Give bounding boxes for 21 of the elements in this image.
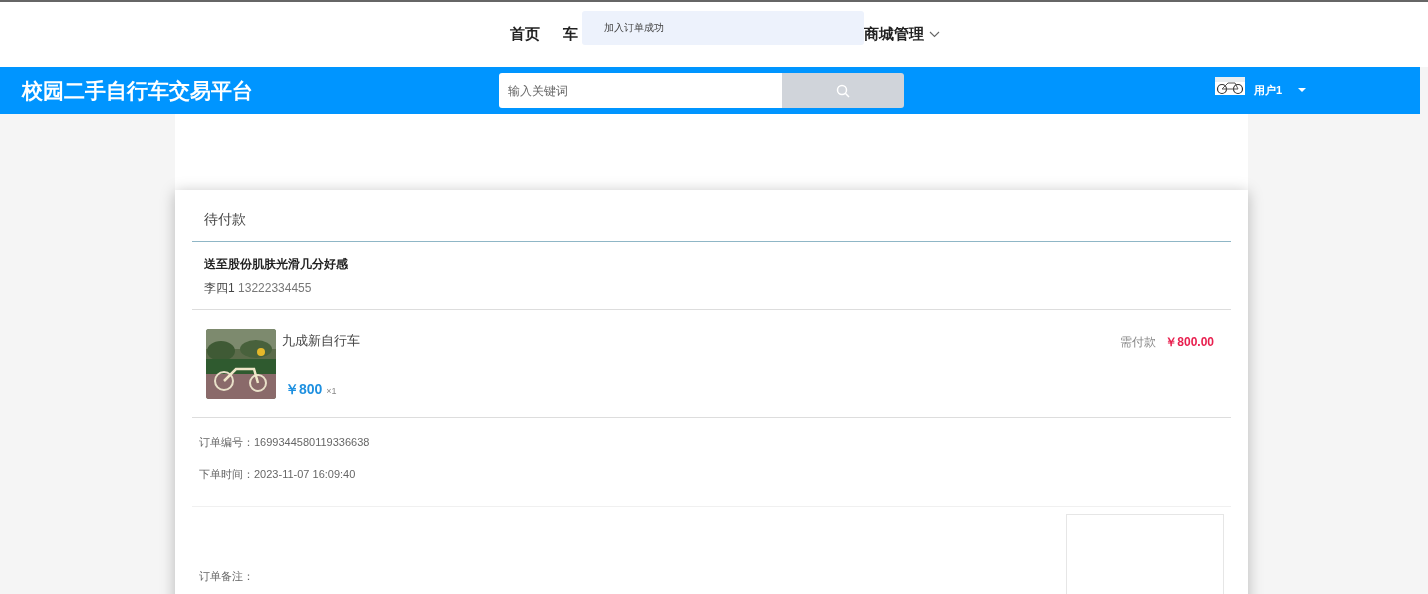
product-name[interactable]: 九成新自行车 xyxy=(282,332,1121,350)
order-number: 订单编号：1699344580119336638 xyxy=(199,435,371,450)
search-icon xyxy=(836,83,850,98)
product-price: ￥800 xyxy=(285,381,323,397)
contact-name: 李四1 xyxy=(204,281,235,295)
order-status: 待付款 xyxy=(192,190,1231,242)
nav-link[interactable]: 首页 xyxy=(510,25,540,44)
search-field[interactable]: 输入关键词 xyxy=(499,73,782,108)
order-remark-label: 订单备注： xyxy=(199,569,254,584)
address-line: 送至股份肌肤光滑几分好感 xyxy=(204,256,349,273)
nav-link[interactable]: 商城管理 xyxy=(864,25,940,44)
site-title: 校园二手自行车交易平台 xyxy=(22,77,254,104)
amount-due-label: 需付款 xyxy=(1120,335,1157,349)
product-quantity: ×1 xyxy=(326,386,337,396)
contact-phone: 13222334455 xyxy=(238,281,312,295)
nav-link[interactable]: 车 xyxy=(563,25,578,44)
order-time: 下单时间：2023-11-07 16:09:40 xyxy=(199,467,357,482)
amount-due: ￥800.00 xyxy=(1165,335,1214,349)
success-toast: 加入订单成功 xyxy=(582,11,864,45)
caret-icon[interactable] xyxy=(1298,88,1307,93)
chevron-down-icon xyxy=(929,31,940,38)
